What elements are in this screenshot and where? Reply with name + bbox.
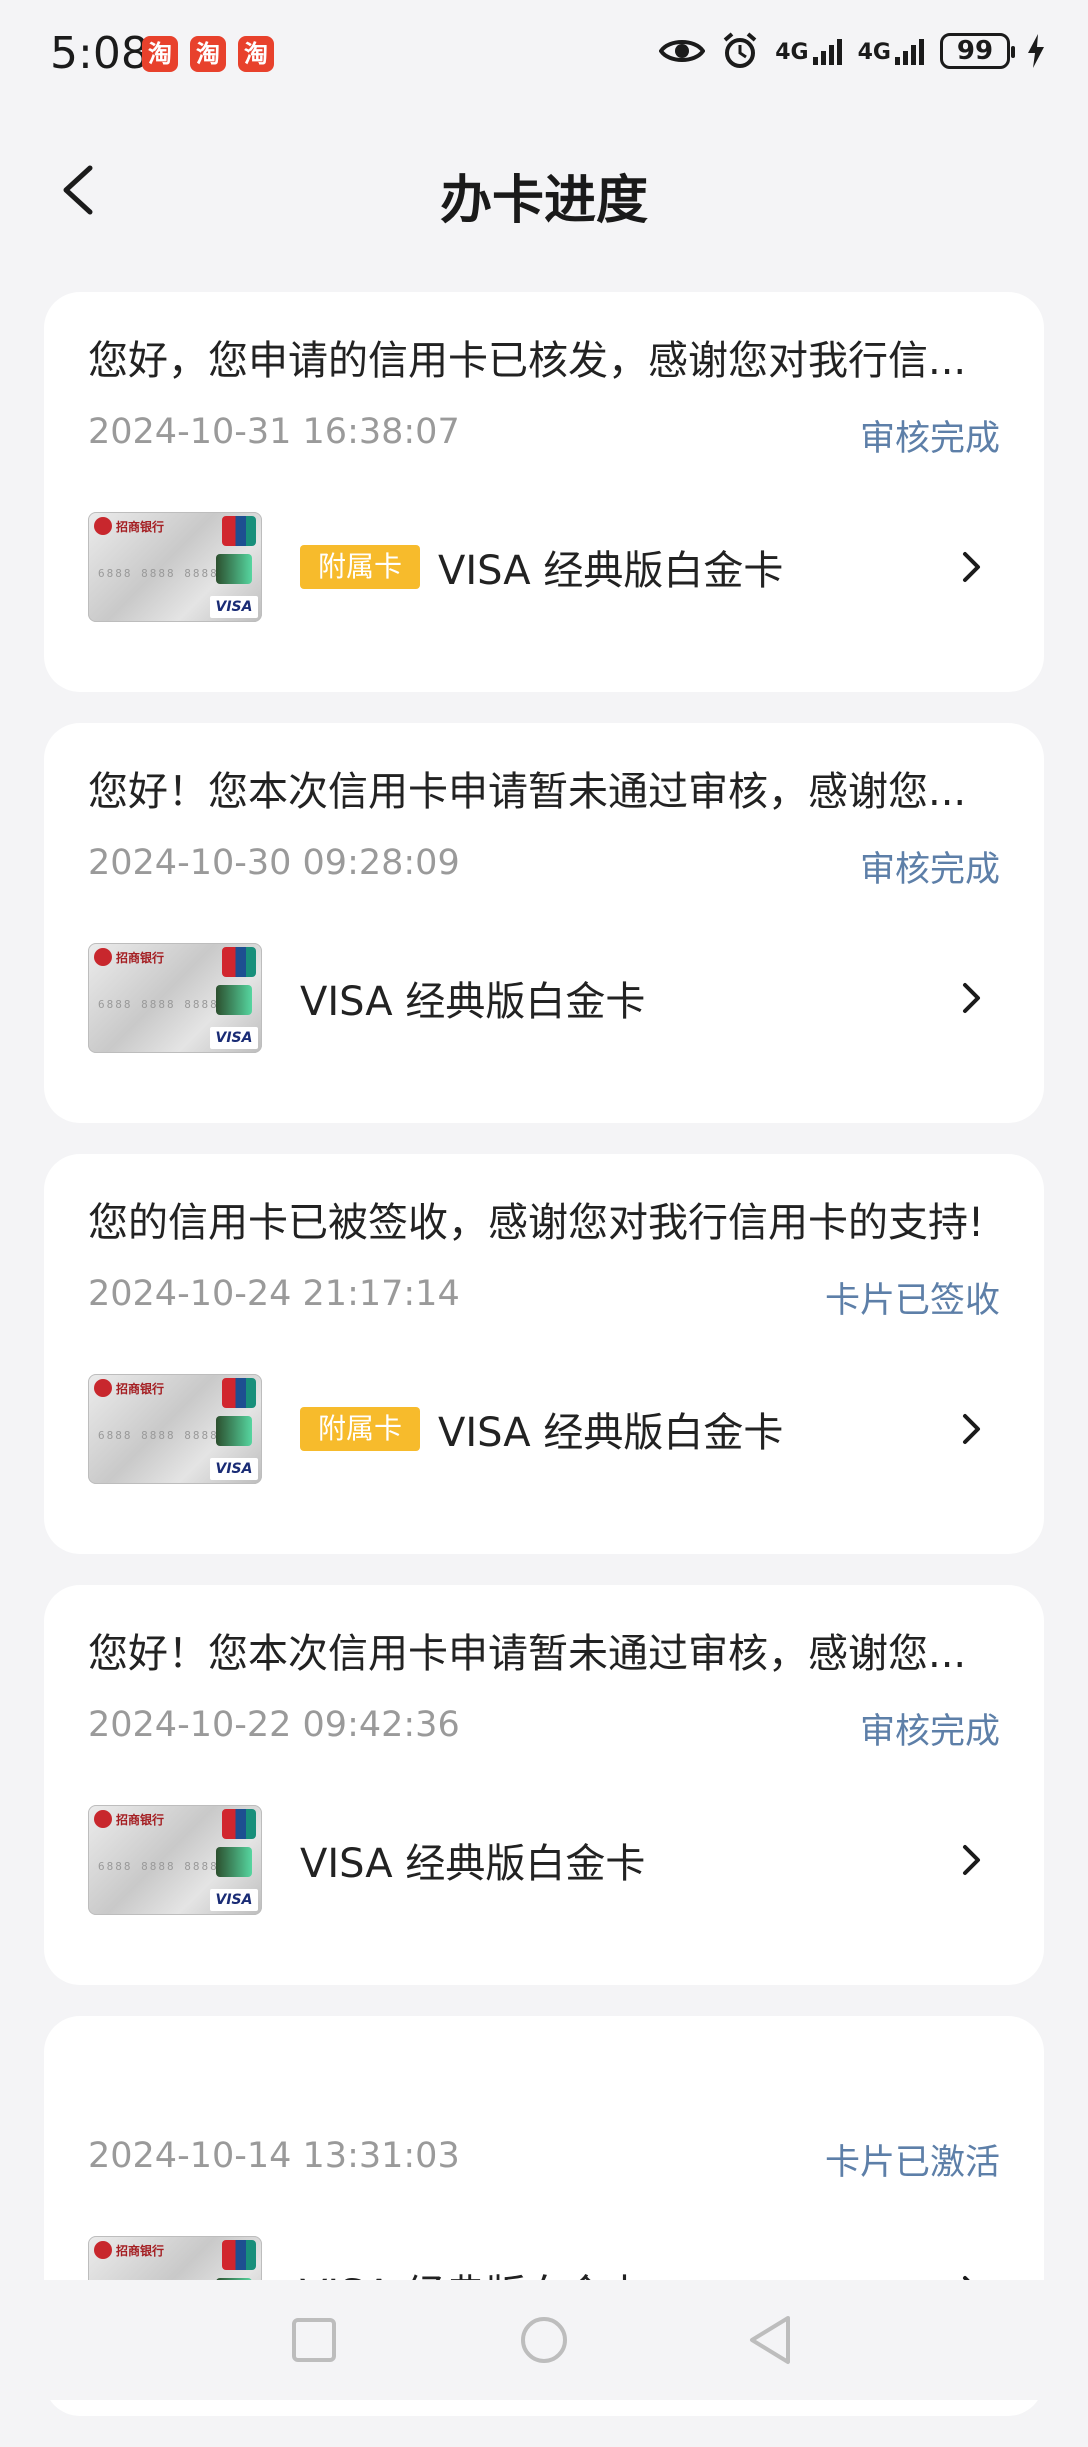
application-date: 2024-10-30 09:28:09: [88, 843, 460, 883]
card-title: 附属卡 VISA 经典版白金卡: [300, 534, 783, 600]
application-message: 您好！您本次信用卡申请暂未通过审核，感谢您...: [88, 1631, 967, 1677]
visa-logo: VISA: [210, 596, 258, 618]
page-title: 办卡进度: [439, 171, 648, 231]
card-title: VISA 经典版白金卡: [300, 1827, 645, 1893]
application-list: 您好，您申请的信用卡已核发，感谢您对我行信... 2024-10-31 16:3…: [44, 292, 1044, 2447]
card-product-name: VISA 经典版白金卡: [300, 979, 646, 1025]
application-card[interactable]: 您好，您申请的信用卡已核发，感谢您对我行信... 2024-10-31 16:3…: [44, 292, 1044, 692]
recents-button-icon[interactable]: [284, 2310, 344, 2370]
application-date: 2024-10-22 09:42:36: [88, 1705, 460, 1745]
supplementary-card-tag: 附属卡: [300, 1407, 421, 1451]
taobao-app-icon: 淘: [142, 36, 178, 72]
application-date: 2024-10-24 21:17:14: [88, 1274, 460, 1314]
card-bank-name: 招商银行: [116, 1813, 165, 1827]
application-status: 审核完成: [859, 419, 1000, 459]
application-status: 审核完成: [859, 850, 1000, 890]
status-bar: 5:08 淘 淘 淘 4G 4G 99: [0, 0, 1088, 110]
card-info-row[interactable]: 招商银行 6888 8888 8888 VISA 附属卡 VISA 经典版白金卡: [88, 512, 1008, 622]
status-time: 5:08: [50, 28, 149, 79]
taobao-app-icon: 淘: [238, 36, 274, 72]
card-hologram-icon: [216, 1847, 252, 1877]
status-icons: 4G 4G 99: [659, 32, 1046, 70]
credit-card-image: 招商银行 6888 8888 8888 VISA: [88, 1805, 262, 1915]
card-number: 6888 8888 8888: [98, 998, 219, 1011]
visa-logo: VISA: [210, 1027, 258, 1049]
back-nav-button-icon[interactable]: [742, 2310, 802, 2370]
card-bank-name: 招商银行: [116, 1382, 165, 1396]
card-hologram-icon: [216, 554, 252, 584]
card-hologram-icon: [216, 1416, 252, 1446]
application-message: 您好！您本次信用卡申请暂未通过审核，感谢您...: [88, 769, 967, 815]
card-bank-name: 招商银行: [116, 951, 165, 965]
card-hologram-icon: [216, 985, 252, 1015]
application-status: 卡片已激活: [824, 2143, 1000, 2183]
cellular-signal-icon: 4G: [858, 37, 924, 65]
unionpay-logo-icon: [222, 1378, 256, 1408]
chevron-right-icon: [963, 1845, 980, 1875]
taobao-app-icon: 淘: [190, 36, 226, 72]
unionpay-logo-icon: [222, 2240, 256, 2270]
card-info-row[interactable]: 招商银行 6888 8888 8888 VISA 附属卡 VISA 经典版白金卡: [88, 1374, 1008, 1484]
application-card[interactable]: 您好！您本次信用卡申请暂未通过审核，感谢您... 2024-10-30 09:2…: [44, 723, 1044, 1123]
network-type-label: 4G: [857, 40, 891, 65]
eye-icon: [659, 40, 706, 62]
visa-logo: VISA: [210, 1458, 258, 1480]
notification-icons: 淘 淘 淘: [142, 36, 274, 72]
card-product-name: VISA 经典版白金卡: [438, 548, 784, 594]
card-info-row[interactable]: 招商银行 6888 8888 8888 VISA VISA 经典版白金卡: [88, 943, 1008, 1053]
bank-logo-icon: [94, 517, 112, 535]
card-title: VISA 经典版白金卡: [300, 965, 645, 1031]
application-status: 审核完成: [859, 1712, 1000, 1752]
unionpay-logo-icon: [222, 516, 256, 546]
credit-card-image: 招商银行 6888 8888 8888 VISA: [88, 512, 262, 622]
bank-logo-icon: [94, 2241, 112, 2259]
supplementary-card-tag: 附属卡: [300, 545, 421, 589]
chevron-right-icon: [963, 552, 980, 582]
application-card[interactable]: 您好！您本次信用卡申请暂未通过审核，感谢您... 2024-10-22 09:4…: [44, 1585, 1044, 1985]
application-status: 卡片已签收: [824, 1281, 1000, 1321]
card-number: 6888 8888 8888: [98, 1429, 219, 1442]
card-product-name: VISA 经典版白金卡: [438, 1410, 784, 1456]
unionpay-logo-icon: [222, 947, 256, 977]
bank-logo-icon: [94, 948, 112, 966]
alarm-icon: [723, 32, 757, 68]
battery-icon: 99: [940, 33, 1015, 69]
credit-card-image: 招商银行 6888 8888 8888 VISA: [88, 943, 262, 1053]
card-number: 6888 8888 8888: [98, 567, 219, 580]
charging-icon: [1028, 34, 1044, 68]
home-button-icon[interactable]: [514, 2310, 574, 2370]
application-date: 2024-10-14 13:31:03: [88, 2136, 460, 2176]
chevron-right-icon: [963, 1414, 980, 1444]
card-number: 6888 8888 8888: [98, 1860, 219, 1873]
visa-logo: VISA: [210, 1889, 258, 1911]
card-bank-name: 招商银行: [116, 2244, 165, 2258]
bank-logo-icon: [94, 1379, 112, 1397]
application-card[interactable]: 您的信用卡已被签收，感谢您对我行信用卡的支持! 2024-10-24 21:17…: [44, 1154, 1044, 1554]
network-type-label: 4G: [775, 40, 809, 65]
cellular-signal-icon: 4G: [775, 37, 842, 65]
card-title: 附属卡 VISA 经典版白金卡: [300, 1396, 783, 1462]
application-message: 您好，您申请的信用卡已核发，感谢您对我行信...: [88, 338, 967, 384]
system-navigation-bar: [0, 2280, 1088, 2400]
card-product-name: VISA 经典版白金卡: [300, 1841, 646, 1887]
card-info-row[interactable]: 招商银行 6888 8888 8888 VISA VISA 经典版白金卡: [88, 1805, 1008, 1915]
application-message: 您的信用卡已被签收，感谢您对我行信用卡的支持!: [88, 1200, 985, 1246]
unionpay-logo-icon: [222, 1809, 256, 1839]
application-date: 2024-10-31 16:38:07: [88, 412, 460, 452]
bank-logo-icon: [94, 1810, 112, 1828]
credit-card-image: 招商银行 6888 8888 8888 VISA: [88, 1374, 262, 1484]
card-bank-name: 招商银行: [116, 520, 165, 534]
page-header: 办卡进度: [0, 130, 1088, 250]
chevron-right-icon: [963, 983, 980, 1013]
